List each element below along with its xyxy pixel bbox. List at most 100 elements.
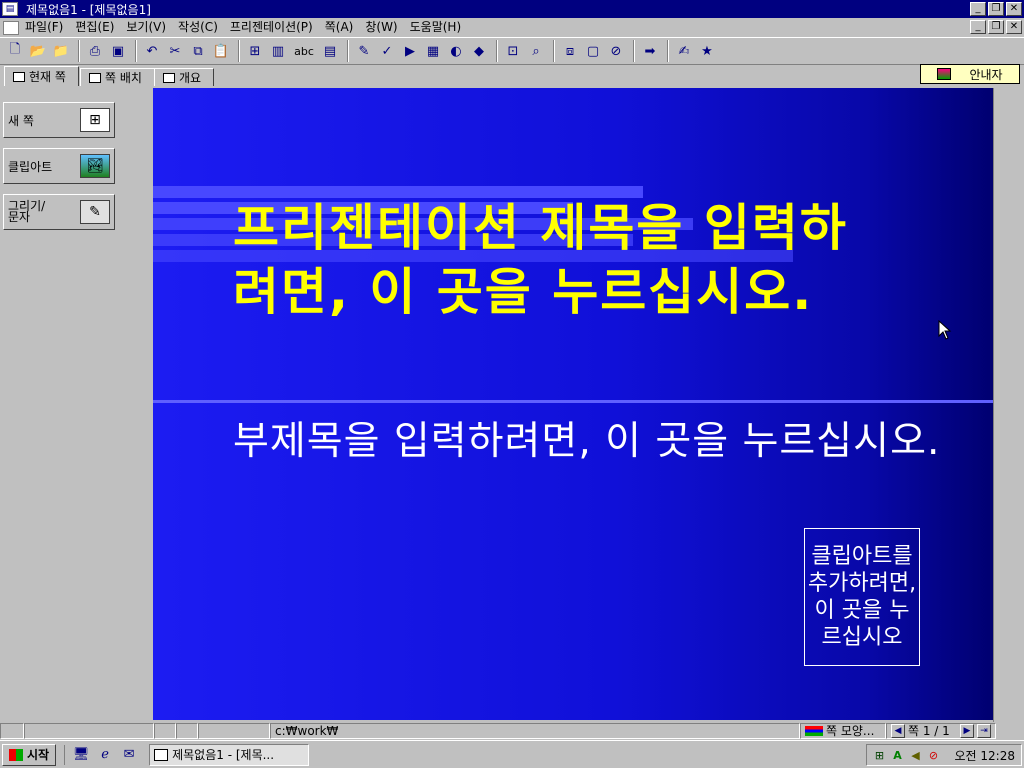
doc-minimize-button[interactable]: _ <box>970 20 986 34</box>
new-doc-icon[interactable]: 🗋 <box>4 40 26 62</box>
page-navigator: ◀ 쪽 1 / 1 ▶ ⇥ <box>886 723 996 739</box>
arrange-icon[interactable]: ⧈ <box>559 40 581 62</box>
page-icon <box>13 71 25 82</box>
menu-page[interactable]: 쪽(A) <box>319 19 360 36</box>
clock[interactable]: 오전 12:28 <box>955 747 1015 764</box>
status-bar: c:₩work₩ 쪽 모양... ◀ 쪽 1 / 1 ▶ ⇥ <box>0 722 1024 740</box>
cut-icon[interactable]: ✂ <box>164 40 186 62</box>
preview-icon[interactable]: ▣ <box>107 40 129 62</box>
frame-icon[interactable]: ▢ <box>582 40 604 62</box>
left-panel: 새 쪽 ⊞ 클립아트 🏞 그리기/ 문자 ✎ <box>0 88 152 722</box>
tab-outline[interactable]: 개요 <box>154 68 215 86</box>
windows-logo-icon <box>9 748 23 761</box>
star-icon[interactable]: ★ <box>696 40 718 62</box>
doc-restore-button[interactable]: ❐ <box>988 20 1004 34</box>
menu-bar: 파일(F) 편집(E) 보기(V) 작성(C) 프리젠테이션(P) 쪽(A) 창… <box>0 18 1024 37</box>
network-icon[interactable]: ⊞ <box>873 748 887 762</box>
draw-tool-icon[interactable]: ✍ <box>673 40 695 62</box>
task-label: 제목없음1 - [제목... <box>172 748 275 762</box>
new-slide-label: 새 쪽 <box>8 113 34 128</box>
grid-icon <box>89 72 101 83</box>
slide-divider <box>153 400 993 403</box>
menu-create[interactable]: 작성(C) <box>172 19 224 36</box>
magnifier-icon[interactable]: ⌕ <box>525 40 547 62</box>
doc-close-button[interactable]: ✕ <box>1006 20 1022 34</box>
outlook-icon[interactable]: ✉ <box>119 745 139 765</box>
tab-page-layout[interactable]: 쪽 배치 <box>80 68 155 86</box>
color-icon[interactable]: ◐ <box>445 40 467 62</box>
layout-status[interactable]: 쪽 모양... <box>800 723 886 739</box>
tab-current-page[interactable]: 현재 쪽 <box>4 66 79 86</box>
print-icon[interactable]: ⎙ <box>84 40 106 62</box>
menu-help[interactable]: 도움말(H) <box>404 19 468 36</box>
block-icon[interactable]: ⊘ <box>927 748 941 762</box>
menu-view[interactable]: 보기(V) <box>120 19 172 36</box>
start-label: 시작 <box>27 748 50 762</box>
desktop-icon[interactable]: 🖥 <box>71 745 91 765</box>
line-style-icon[interactable]: ✎ <box>353 40 375 62</box>
clipart-icon: 🏞 <box>80 154 110 178</box>
outline-icon <box>163 72 175 83</box>
toolbar-separator <box>347 40 349 62</box>
window-title: 제목없음1 - [제목없음1] <box>26 2 151 17</box>
zoom-page-icon[interactable]: ⊡ <box>502 40 524 62</box>
undo-icon[interactable]: ↶ <box>141 40 163 62</box>
bar-chart-icon[interactable]: ▥ <box>267 40 289 62</box>
slide-canvas[interactable]: 프리젠테이션 제목을 입력하려면, 이 곳을 누르십시오. 부제목을 입력하려면… <box>153 88 993 720</box>
org-chart-icon[interactable]: ⊞ <box>244 40 266 62</box>
ime-icon[interactable]: A <box>891 748 905 762</box>
last-page-button[interactable]: ⇥ <box>977 724 991 738</box>
restore-button[interactable]: ❐ <box>988 2 1004 16</box>
close-button[interactable]: ✕ <box>1006 2 1022 16</box>
draw-text-icon: ✎ <box>80 200 110 224</box>
system-tray: ⊞ A ◀ ⊘ 오전 12:28 <box>865 744 1022 766</box>
shape-icon[interactable]: ◆ <box>468 40 490 62</box>
clipart-button[interactable]: 클립아트 🏞 <box>3 148 115 184</box>
spell-icon[interactable]: ✓ <box>376 40 398 62</box>
menu-window[interactable]: 창(W) <box>359 19 403 36</box>
slide-title-placeholder[interactable]: 프리젠테이션 제목을 입력하려면, 이 곳을 누르십시오. <box>233 196 893 324</box>
document-icon[interactable] <box>3 20 19 35</box>
layout-label: 쪽 모양... <box>826 724 875 738</box>
open-icon[interactable]: 📂 <box>27 40 49 62</box>
taskbar-item[interactable]: 제목없음1 - [제목... <box>149 743 310 766</box>
slide-subtitle-placeholder[interactable]: 부제목을 입력하려면, 이 곳을 누르십시오. <box>233 418 953 466</box>
toolbar-separator <box>496 40 498 62</box>
ie-icon[interactable]: ℯ <box>95 745 115 765</box>
window-titlebar[interactable]: ▤ 제목없음1 - [제목없음1] _ ❐ ✕ <box>0 0 1024 18</box>
menu-edit[interactable]: 편집(E) <box>69 19 120 36</box>
prev-page-button[interactable]: ◀ <box>891 724 905 738</box>
volume-icon[interactable]: ◀ <box>909 748 923 762</box>
draw-text-button[interactable]: 그리기/ 문자 ✎ <box>3 194 115 230</box>
new-slide-button[interactable]: 새 쪽 ⊞ <box>3 102 115 138</box>
template-icon[interactable]: ▦ <box>422 40 444 62</box>
tab-label: 개요 <box>179 71 202 85</box>
toolbar-separator <box>553 40 555 62</box>
tab-label: 현재 쪽 <box>29 70 66 84</box>
copy-icon[interactable]: ⧉ <box>187 40 209 62</box>
clipart-placeholder[interactable]: 클립아트를 추가하려면, 이 곳을 누르십시오 <box>804 528 920 666</box>
start-button[interactable]: 시작 <box>2 743 57 766</box>
status-cell <box>198 723 270 739</box>
open-folder-icon[interactable]: 📁 <box>50 40 72 62</box>
toolbar-separator <box>135 40 137 62</box>
arrow-right-icon[interactable]: ➡ <box>639 40 661 62</box>
toolbar-separator <box>633 40 635 62</box>
slide-show-icon[interactable]: ▶ <box>399 40 421 62</box>
status-cell <box>24 723 154 739</box>
menu-file[interactable]: 파일(F) <box>19 19 69 36</box>
next-page-button[interactable]: ▶ <box>960 724 974 738</box>
text-abc-button[interactable]: abc <box>290 40 318 62</box>
paste-icon[interactable]: 📋 <box>210 40 232 62</box>
quick-launch: 🖥 ℯ ✉ <box>64 744 139 765</box>
status-cell <box>154 723 176 739</box>
mouse-cursor-icon <box>938 320 952 340</box>
no-fill-icon[interactable]: ⊘ <box>605 40 627 62</box>
clipart-label: 클립아트 <box>8 159 53 174</box>
toolbar-separator <box>667 40 669 62</box>
menu-presentation[interactable]: 프리젠테이션(P) <box>224 19 319 36</box>
minimize-button[interactable]: _ <box>970 2 986 16</box>
guide-button[interactable]: 안내자 <box>920 64 1020 84</box>
toolbar-separator <box>238 40 240 62</box>
table-icon[interactable]: ▤ <box>319 40 341 62</box>
